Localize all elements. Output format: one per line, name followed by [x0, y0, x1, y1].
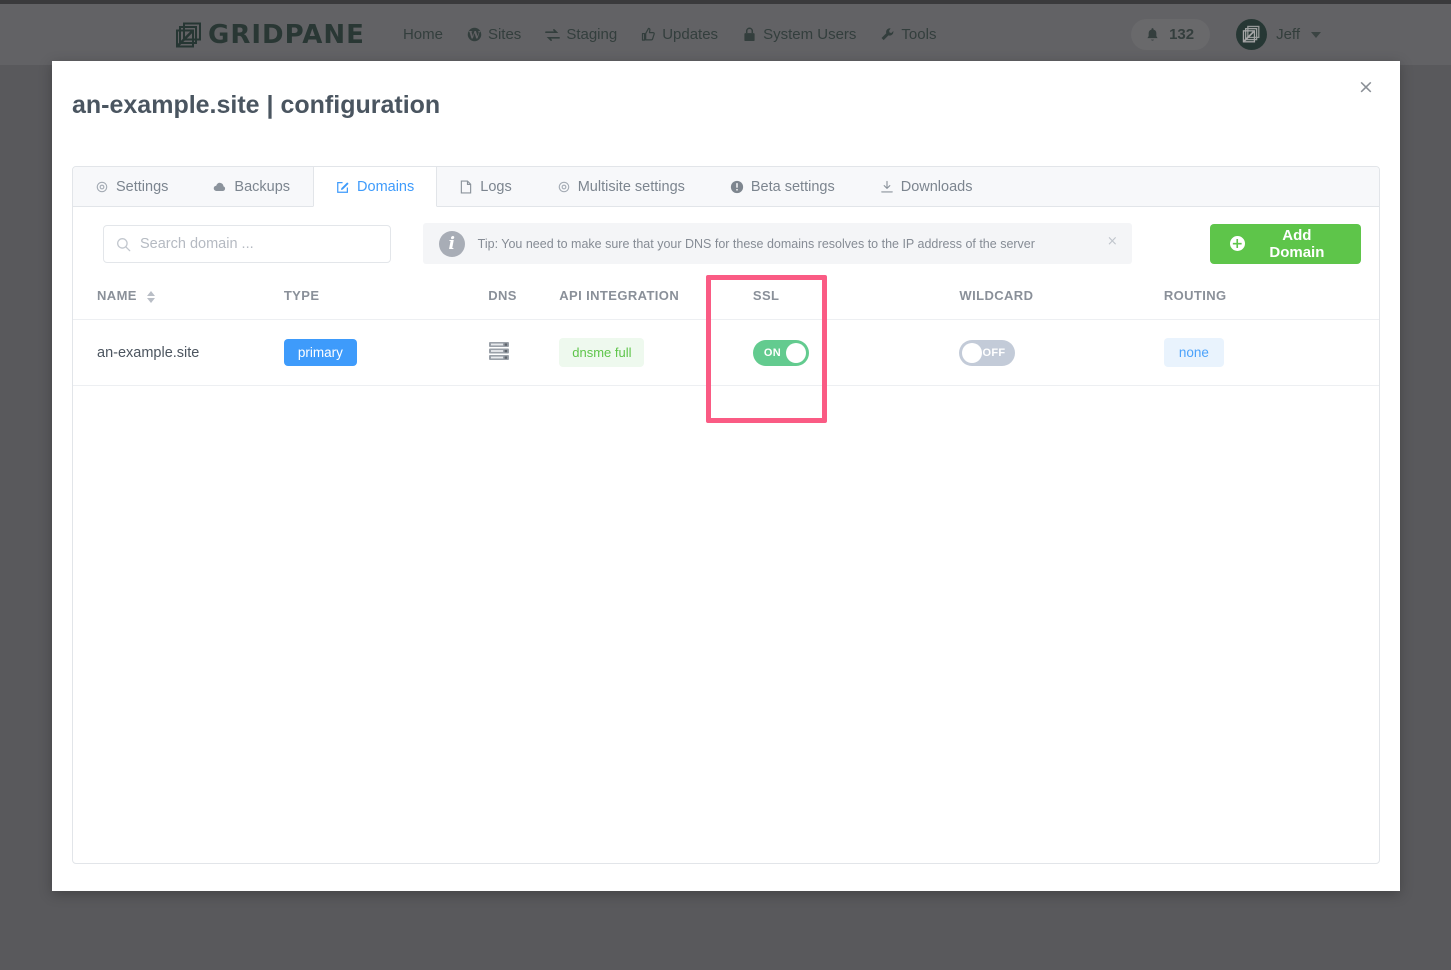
tab-domains[interactable]: Domains — [313, 167, 438, 207]
tab-beta-settings-label: Beta settings — [750, 178, 835, 195]
type-badge: primary — [283, 339, 357, 366]
domains-table: NAME TYPE DNS API INTEGRATION SSL WILDCA… — [73, 288, 1379, 386]
search-domain-box[interactable] — [103, 224, 391, 263]
close-icon[interactable]: × — [1354, 75, 1378, 99]
column-header-wildcard: WILDCARD — [959, 288, 1164, 320]
table-row: an-example.site primary dnsme full ON OF… — [73, 319, 1379, 386]
dns-tip-text: Tip: You need to make sure that your DNS… — [477, 236, 1035, 251]
sort-arrows-icon[interactable] — [146, 290, 155, 303]
api-integration-badge: dnsme full — [559, 338, 645, 367]
info-icon: i — [438, 230, 465, 257]
tab-multisite-settings[interactable]: Multisite settings — [535, 167, 708, 206]
server-stack-icon — [488, 341, 510, 361]
domains-card: Settings Backups Domains Logs Multisite … — [72, 166, 1380, 864]
search-icon — [116, 237, 131, 252]
modal-header: an-example.site | configuration × — [52, 61, 1400, 120]
table-body: an-example.site primary dnsme full ON OF… — [73, 319, 1379, 386]
add-domain-button[interactable]: + Add Domain — [1209, 223, 1361, 264]
tab-downloads-label: Downloads — [900, 178, 973, 195]
cell-dns[interactable] — [488, 319, 560, 386]
cell-domain-type: primary — [283, 319, 489, 386]
exclamation-circle-icon — [730, 180, 744, 194]
edit-square-icon — [336, 180, 350, 194]
document-icon — [459, 179, 473, 194]
tab-backups-label: Backups — [234, 178, 291, 195]
column-header-ssl: SSL — [752, 288, 960, 320]
cell-api-integration: dnsme full — [559, 319, 753, 386]
wildcard-toggle-label: OFF — [982, 346, 1006, 359]
page-title: an-example.site | configuration — [72, 91, 441, 119]
tab-backups[interactable]: Backups — [191, 167, 313, 206]
column-header-name-label: NAME — [97, 288, 137, 303]
domains-toolbar: i Tip: You need to make sure that your D… — [73, 207, 1379, 264]
tab-downloads[interactable]: Downloads — [858, 167, 996, 206]
tab-settings-label: Settings — [116, 178, 169, 195]
column-header-api-integration: API INTEGRATION — [559, 288, 753, 320]
plus-circle-icon: + — [1229, 235, 1245, 252]
tab-beta-settings[interactable]: Beta settings — [708, 167, 858, 206]
configuration-modal: an-example.site | configuration × Settin… — [52, 61, 1400, 891]
ssl-toggle-knob — [785, 342, 806, 363]
add-domain-label: Add Domain — [1269, 226, 1325, 261]
tab-bar: Settings Backups Domains Logs Multisite … — [73, 167, 1379, 207]
column-header-routing: ROUTING — [1163, 288, 1379, 320]
routing-badge[interactable]: none — [1163, 338, 1224, 367]
ssl-toggle[interactable]: ON — [752, 339, 809, 366]
tip-close-icon[interactable]: × — [1107, 234, 1118, 249]
tab-multisite-settings-label: Multisite settings — [577, 178, 685, 195]
cell-ssl: ON — [752, 319, 960, 386]
cell-domain-name: an-example.site — [73, 319, 284, 386]
search-input[interactable] — [138, 225, 390, 262]
table-head: NAME TYPE DNS API INTEGRATION SSL WILDCA… — [73, 288, 1379, 320]
cell-wildcard: OFF — [959, 319, 1164, 386]
gear-icon — [95, 180, 109, 194]
download-icon — [880, 180, 894, 194]
cell-routing: none — [1163, 319, 1379, 386]
wildcard-toggle[interactable]: OFF — [959, 339, 1016, 366]
tab-settings[interactable]: Settings — [73, 167, 191, 206]
tab-logs[interactable]: Logs — [437, 167, 534, 206]
ssl-toggle-label: ON — [763, 346, 781, 359]
gear-icon — [557, 180, 571, 194]
tab-domains-label: Domains — [357, 178, 415, 195]
wildcard-toggle-knob — [962, 342, 983, 363]
cloud-icon — [213, 180, 227, 194]
table-header-row: NAME TYPE DNS API INTEGRATION SSL WILDCA… — [73, 288, 1379, 320]
tab-logs-label: Logs — [480, 178, 512, 195]
column-header-dns: DNS — [488, 288, 560, 320]
dns-tip-banner: i Tip: You need to make sure that your D… — [422, 223, 1132, 264]
column-header-name[interactable]: NAME — [73, 288, 284, 320]
column-header-type: TYPE — [283, 288, 489, 320]
